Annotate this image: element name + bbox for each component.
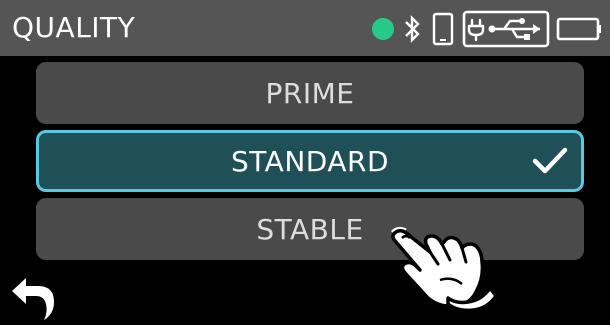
option-label: STABLE <box>256 212 364 246</box>
back-arrow-icon[interactable] <box>10 276 62 322</box>
checkmark-icon <box>532 147 568 174</box>
option-prime[interactable]: PRIME <box>36 62 584 124</box>
smartphone-icon <box>432 12 454 46</box>
option-standard[interactable]: STANDARD <box>36 130 584 192</box>
bluetooth-icon <box>405 15 420 43</box>
header-bar: QUALITY <box>0 0 610 56</box>
status-dot-icon <box>372 18 394 40</box>
quality-screen: QUALITY PRIME STANDARD STABLE <box>0 0 610 325</box>
page-title: QUALITY <box>12 11 136 44</box>
pointing-hand-icon <box>390 226 498 313</box>
option-label: STANDARD <box>230 144 390 178</box>
usb-power-icon <box>462 10 550 48</box>
option-label: PRIME <box>265 76 355 110</box>
battery-icon <box>556 17 601 41</box>
